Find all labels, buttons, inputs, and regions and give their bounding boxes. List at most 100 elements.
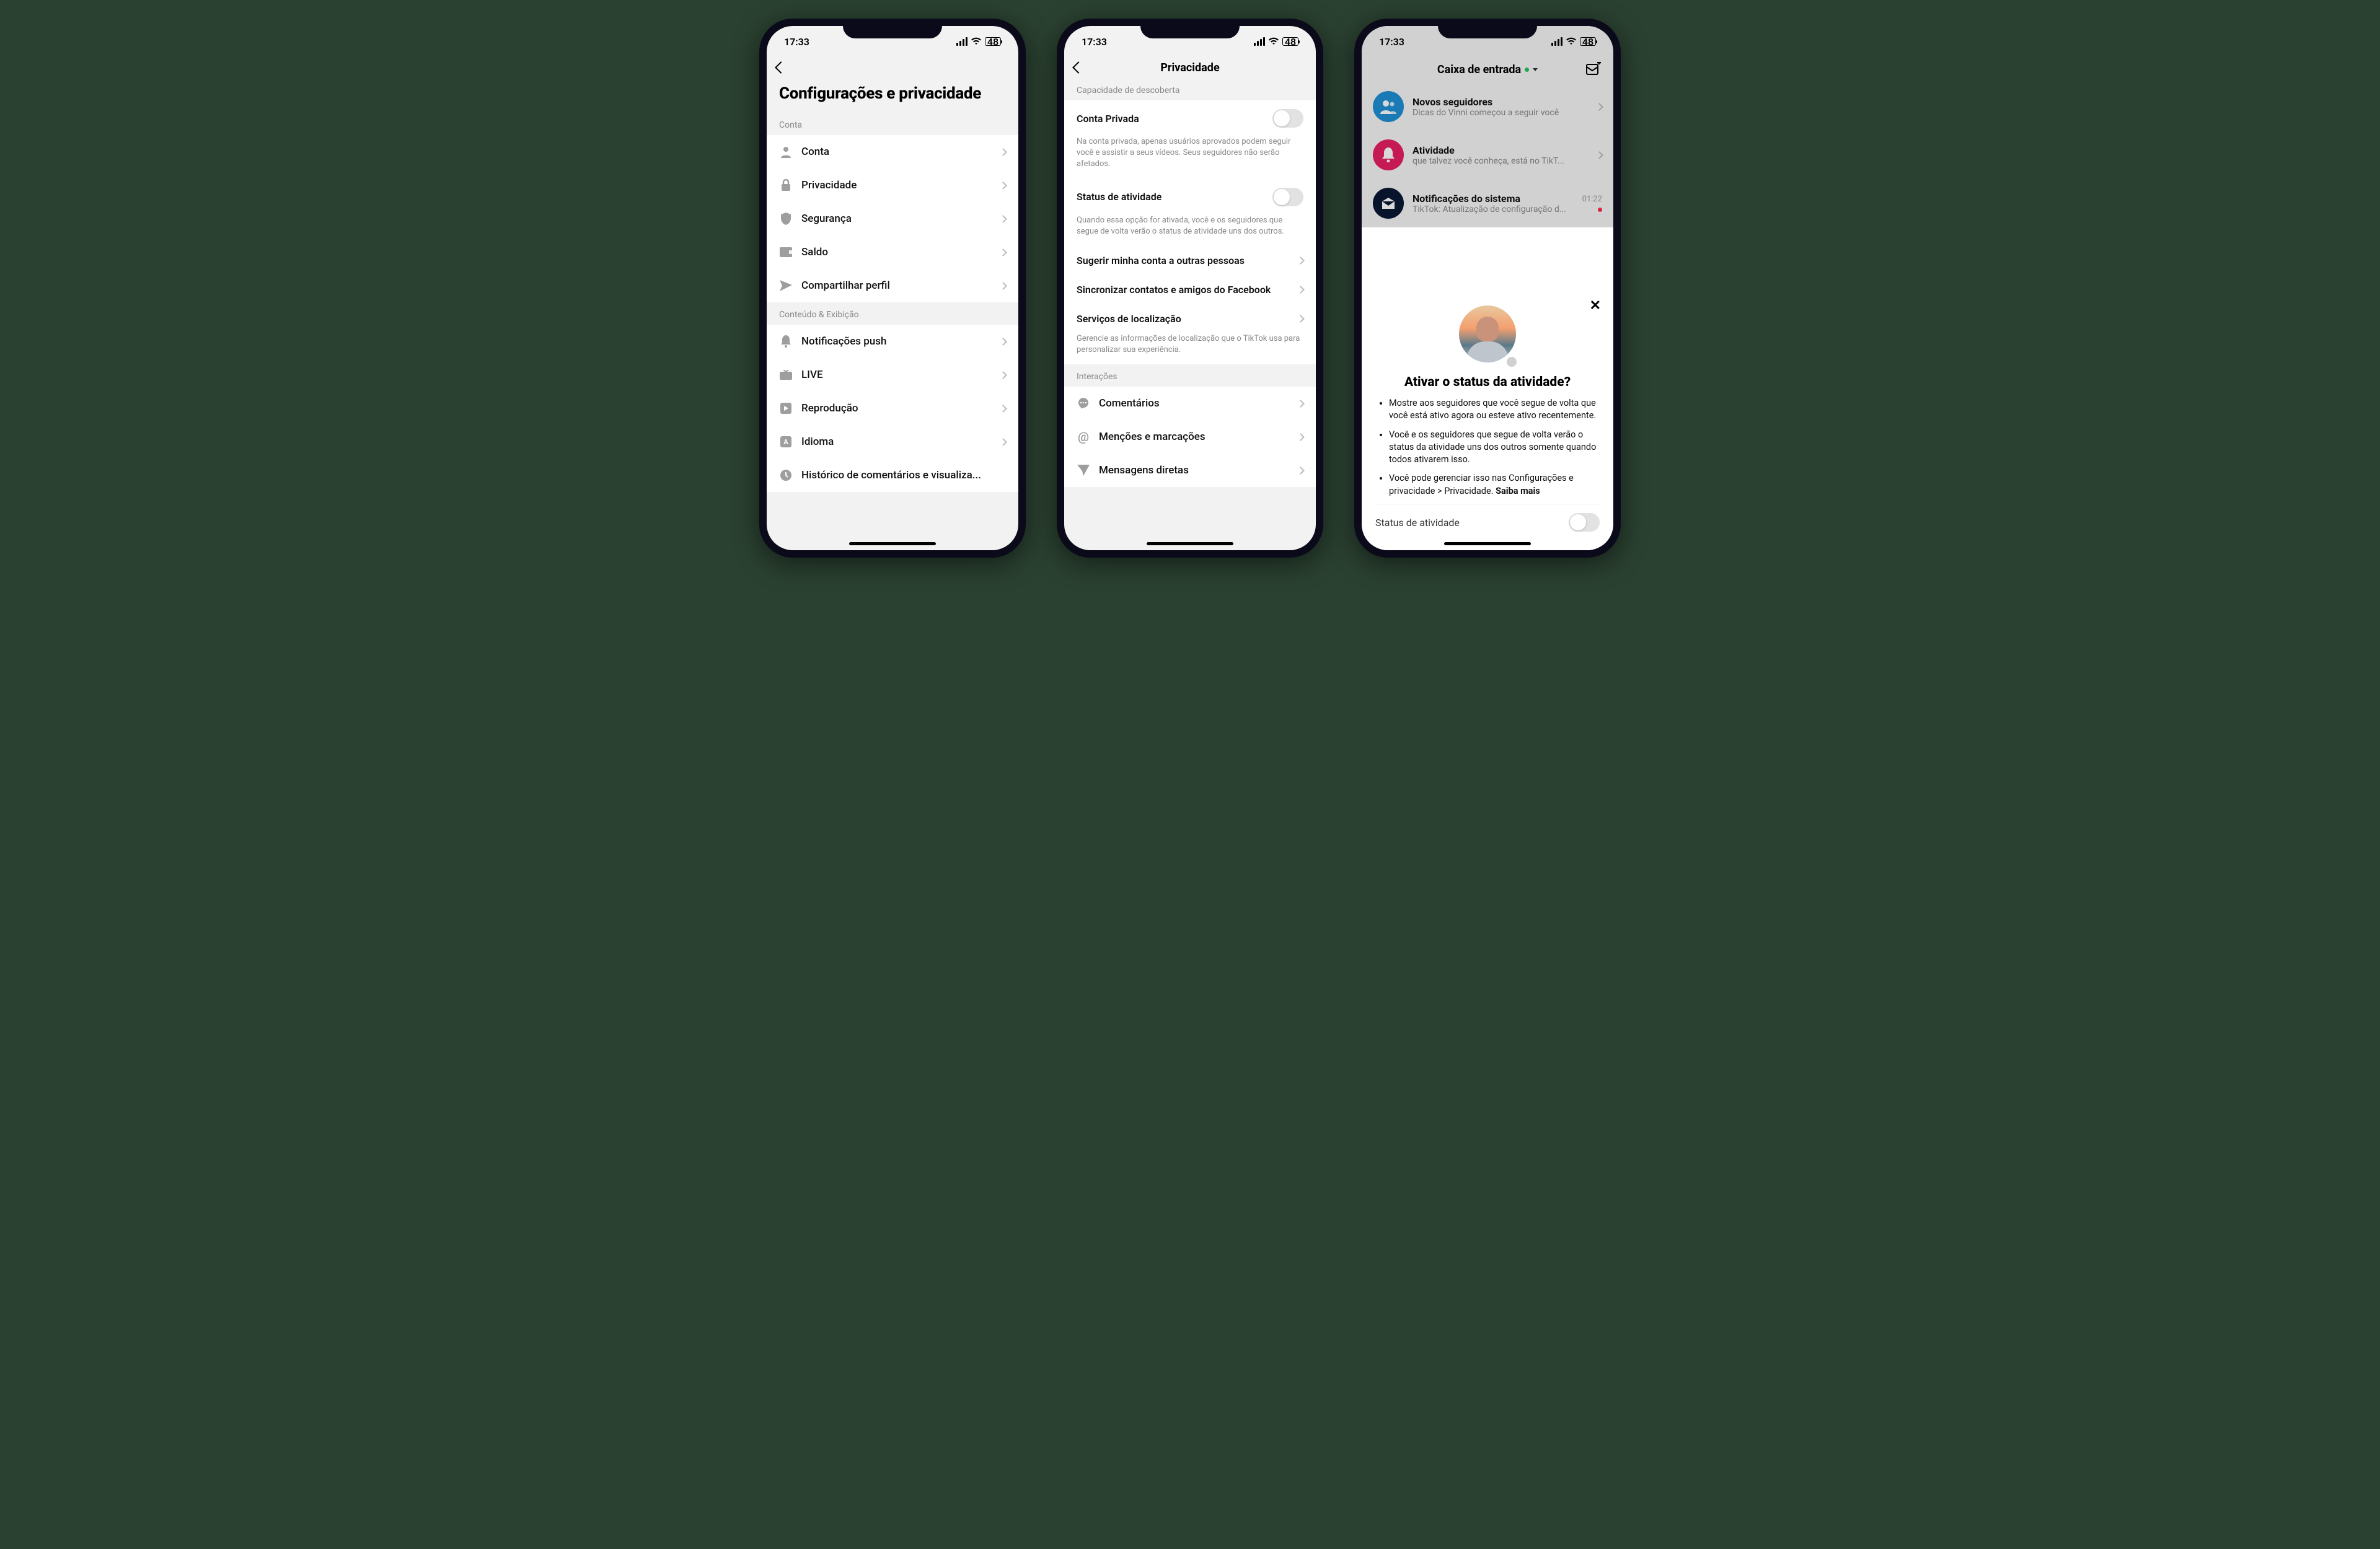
modal-title: Ativar o status da atividade?: [1375, 369, 1600, 397]
row-direct-messages[interactable]: Mensagens diretas: [1064, 454, 1316, 487]
row-label: Notificações push: [801, 335, 992, 348]
learn-more-link[interactable]: Saiba mais: [1496, 486, 1540, 496]
section-header-account: Conta: [767, 113, 1018, 135]
status-time: 17:33: [1379, 36, 1404, 48]
row-label: Segurança: [801, 213, 992, 225]
chevron-right-icon: [1297, 257, 1305, 265]
chevron-right-icon: [999, 371, 1007, 379]
row-sync-contacts[interactable]: Sincronizar contatos e amigos do Faceboo…: [1064, 275, 1316, 304]
row-mentions[interactable]: @ Menções e marcações: [1064, 420, 1316, 454]
chevron-right-icon: [1297, 433, 1305, 441]
row-activity-status: Status de atividade: [1064, 179, 1316, 215]
row-security[interactable]: Segurança: [767, 202, 1018, 235]
battery-icon: 48: [985, 37, 1001, 46]
activity-status-desc: Quando essa opção for ativada, você e os…: [1064, 215, 1316, 246]
compose-button[interactable]: [1586, 62, 1601, 78]
bullet-item: Você e os seguidores que segue de volta …: [1389, 429, 1600, 467]
row-label: Reprodução: [801, 402, 992, 415]
system-subtitle: TikTok: Atualização de configuração d...: [1413, 204, 1574, 214]
notch: [1438, 19, 1537, 38]
wallet-icon: [779, 245, 793, 259]
nav-bar-inbox: Caixa de entrada: [1362, 57, 1613, 82]
toggle-activity-status[interactable]: [1272, 188, 1303, 206]
status-time: 17:33: [784, 36, 809, 48]
status-right: 48: [1254, 37, 1298, 46]
chevron-right-icon: [999, 182, 1007, 190]
play-icon: [779, 402, 793, 415]
home-indicator: [1147, 542, 1233, 545]
settings-content: Conta Conta Privacidade Segurança: [767, 113, 1018, 550]
bullet-item: Você pode gerenciar isso nas Configuraçõ…: [1389, 472, 1600, 498]
row-suggest-account[interactable]: Sugerir minha conta a outras pessoas: [1064, 246, 1316, 275]
status-dot: [1525, 68, 1529, 72]
row-label: LIVE: [801, 369, 992, 381]
followers-icon: [1373, 91, 1404, 122]
back-button[interactable]: [1072, 61, 1085, 74]
row-location-services[interactable]: Serviços de localização: [1064, 304, 1316, 333]
screen-settings: 17:33 48 Configurações e privacidade Con…: [767, 26, 1018, 550]
signal-icon: [956, 37, 967, 46]
signal-icon: [1551, 37, 1562, 46]
row-share-profile[interactable]: Compartilhar perfil: [767, 269, 1018, 302]
row-label: Privacidade: [801, 179, 992, 191]
language-icon: A: [779, 435, 793, 449]
chevron-right-icon: [1297, 286, 1305, 294]
battery-icon: 48: [1282, 37, 1298, 46]
svg-text:A: A: [783, 438, 788, 446]
row-live[interactable]: LIVE: [767, 358, 1018, 392]
location-desc: Gerencie as informações de localização q…: [1064, 333, 1316, 364]
row-account[interactable]: Conta: [767, 135, 1018, 169]
row-history[interactable]: Histórico de comentários e visualiza...: [767, 459, 1018, 492]
inbox-text: Novos seguidores Dicas do Vinni começou …: [1413, 96, 1588, 118]
row-language[interactable]: A Idioma: [767, 425, 1018, 459]
row-playback[interactable]: Reprodução: [767, 392, 1018, 425]
row-label: Saldo: [801, 246, 992, 258]
list-interactions: Comentários @ Menções e marcações Mensag…: [1064, 387, 1316, 487]
back-button[interactable]: [775, 61, 787, 74]
home-indicator: [849, 542, 936, 545]
wifi-icon: [1566, 37, 1577, 46]
row-privacy[interactable]: Privacidade: [767, 169, 1018, 202]
row-label: Mensagens diretas: [1099, 464, 1289, 476]
chevron-right-icon: [1297, 467, 1305, 475]
private-account-desc: Na conta privada, apenas usuários aprova…: [1064, 136, 1316, 179]
toggle-modal-activity-status[interactable]: [1569, 513, 1600, 532]
chevron-right-icon: [999, 148, 1007, 156]
activity-title: Atividade: [1413, 144, 1588, 156]
chevron-right-icon: [999, 338, 1007, 346]
inbox-text: Atividade que talvez você conheça, está …: [1413, 144, 1588, 166]
activity-status-label: Status de atividade: [1077, 191, 1264, 203]
row-push-notifications[interactable]: Notificações push: [767, 325, 1018, 358]
person-icon: [779, 145, 793, 159]
row-balance[interactable]: Saldo: [767, 235, 1018, 269]
section-header-content: Conteúdo & Exibição: [767, 302, 1018, 325]
row-label: Compartilhar perfil: [801, 279, 992, 292]
send-icon: [1077, 463, 1090, 477]
wifi-icon: [971, 37, 982, 46]
row-private-account: Conta Privada: [1064, 100, 1316, 136]
status-right: 48: [1551, 37, 1596, 46]
chevron-right-icon: [1595, 103, 1603, 111]
activity-icon: [1373, 139, 1404, 170]
row-comments[interactable]: Comentários: [1064, 387, 1316, 420]
inbox-row-activity[interactable]: Atividade que talvez você conheça, está …: [1362, 131, 1613, 179]
avatar-status-indicator: [1505, 355, 1518, 369]
share-icon: [779, 279, 793, 292]
screen-inbox: 17:33 48 Caixa de entrada: [1362, 26, 1613, 550]
list-discover: Conta Privada Na conta privada, apenas u…: [1064, 100, 1316, 364]
modal-toggle-row: Status de atividade: [1375, 504, 1600, 532]
inbox-title[interactable]: Caixa de entrada: [1437, 63, 1538, 76]
toggle-private-account[interactable]: [1272, 109, 1303, 128]
status-time: 17:33: [1082, 36, 1107, 48]
chevron-right-icon: [999, 282, 1007, 290]
private-account-label: Conta Privada: [1077, 113, 1264, 125]
user-avatar: [1459, 305, 1516, 362]
notch: [843, 19, 942, 38]
live-icon: [779, 368, 793, 382]
system-title: Notificações do sistema: [1413, 193, 1574, 204]
inbox-row-followers[interactable]: Novos seguidores Dicas do Vinni começou …: [1362, 82, 1613, 131]
comment-icon: [1077, 397, 1090, 410]
wifi-icon: [1268, 37, 1279, 46]
system-icon: [1373, 188, 1404, 219]
inbox-row-system[interactable]: Notificações do sistema TikTok: Atualiza…: [1362, 179, 1613, 227]
